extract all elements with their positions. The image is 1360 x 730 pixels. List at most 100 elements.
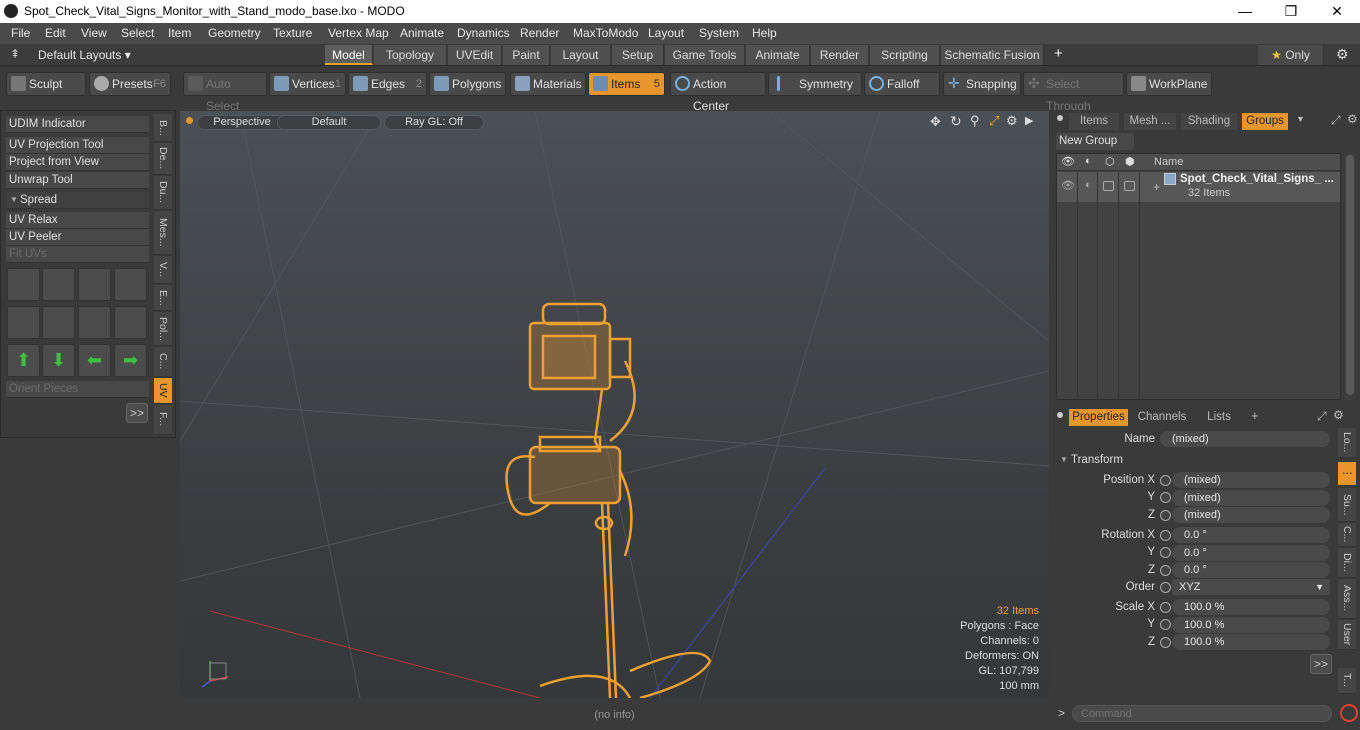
order-dropdown[interactable]: XYZ ▼ (1172, 579, 1330, 595)
transform-section-header[interactable]: Transform (1071, 454, 1123, 466)
vtab-mes[interactable]: Mes... (154, 211, 172, 255)
uv-projection-tool-button[interactable]: UV Projection Tool (6, 137, 149, 154)
rotation-x-field[interactable]: 0.0 ° (1172, 527, 1330, 543)
menu-help[interactable]: Help (752, 26, 777, 40)
minimize-button[interactable]: — (1222, 0, 1268, 23)
layout-switcher[interactable]: Default Layouts ▾ (38, 48, 131, 62)
position-y-field[interactable]: (mixed) (1172, 490, 1330, 506)
name-column-header[interactable]: Name (1154, 156, 1183, 168)
order-key-dot[interactable] (1160, 582, 1171, 593)
menu-layout[interactable]: Layout (648, 26, 684, 40)
maximize-button[interactable]: ❐ (1268, 0, 1314, 23)
vtab-du[interactable]: Du... (154, 176, 172, 210)
expand-arrow-icon[interactable]: ▶ (1025, 114, 1033, 127)
vtab-b[interactable]: B... (154, 114, 172, 142)
uv-grid-icon[interactable] (78, 306, 111, 339)
scale-x-key-dot[interactable] (1160, 602, 1171, 613)
menu-vertex-map[interactable]: Vertex Map (328, 26, 389, 40)
panel-menu-dot-icon[interactable] (1057, 412, 1063, 418)
tab-shading[interactable]: Shading (1181, 113, 1237, 130)
spread-header[interactable]: Spread (6, 192, 149, 209)
udim-indicator-button[interactable]: UDIM Indicator (6, 116, 149, 133)
scale-z-key-dot[interactable] (1160, 637, 1171, 648)
tab-dropdown-icon[interactable]: ▼ (1296, 114, 1305, 124)
snapping-button[interactable]: ✛ Snapping (943, 72, 1021, 96)
presets-button[interactable]: Presets F6 (89, 72, 171, 96)
polygons-button[interactable]: Polygons (429, 72, 506, 96)
menu-file[interactable]: File (11, 26, 30, 40)
vtab-di[interactable]: Di... (1338, 548, 1356, 578)
scrollbar-thumb[interactable] (1346, 155, 1354, 395)
menu-system[interactable]: System (699, 26, 739, 40)
vtab-uv[interactable]: UV (154, 378, 172, 404)
tab-groups[interactable]: Groups (1242, 113, 1288, 130)
workplane-button[interactable]: WorkPlane (1126, 72, 1212, 96)
expand-more-button[interactable]: >> (1310, 654, 1332, 674)
position-x-key-dot[interactable] (1160, 475, 1171, 486)
unwrap-tool-button[interactable]: Unwrap Tool (6, 172, 149, 189)
vtab-pol[interactable]: Pol... (154, 312, 172, 346)
uv-peeler-button[interactable]: UV Peeler (6, 229, 149, 246)
tab-model[interactable]: Model (325, 45, 373, 65)
position-y-key-dot[interactable] (1160, 492, 1171, 503)
panel-gear-icon[interactable]: ⚙ (1333, 408, 1344, 422)
menu-texture[interactable]: Texture (273, 26, 312, 40)
rotation-z-key-dot[interactable] (1160, 565, 1171, 576)
viewport-menu-dot-icon[interactable] (186, 117, 193, 124)
uv-transform-icon[interactable] (7, 268, 40, 301)
panel-gear-icon[interactable]: ⚙ (1347, 112, 1358, 126)
scale-z-field[interactable]: 100.0 % (1172, 634, 1330, 650)
groups-scrollbar[interactable] (1345, 153, 1355, 400)
menu-render[interactable]: Render (520, 26, 559, 40)
vtab-lo[interactable]: Lo... (1338, 428, 1356, 458)
tab-scripting[interactable]: Scripting (870, 45, 940, 65)
tab-layout[interactable]: Layout (551, 45, 611, 65)
select-through-button[interactable]: ✣ Select Through (1023, 72, 1124, 113)
auto-select-button[interactable]: Auto Select (183, 72, 267, 113)
menu-maxtomodo[interactable]: MaxToModo (573, 26, 638, 40)
tab-properties[interactable]: Properties (1069, 409, 1128, 426)
vtab-t[interactable]: T... (1338, 668, 1356, 694)
expand-plus-icon[interactable]: + (1153, 180, 1160, 194)
align-left-icon[interactable]: ⬅ (78, 344, 111, 377)
scale-y-key-dot[interactable] (1160, 619, 1171, 630)
scale-y-field[interactable]: 100.0 % (1172, 617, 1330, 633)
vtab-de[interactable]: De... (154, 143, 172, 175)
rotation-y-field[interactable]: 0.0 ° (1172, 545, 1330, 561)
tab-paint[interactable]: Paint (503, 45, 550, 65)
only-toggle[interactable]: ★ Only (1258, 45, 1324, 65)
pan-icon[interactable]: ✥ (930, 114, 941, 130)
rotation-z-field[interactable]: 0.0 ° (1172, 562, 1330, 578)
edges-button[interactable]: Edges 2 (348, 72, 427, 96)
zoom-icon[interactable]: ⚲ (970, 113, 980, 129)
tab-lists[interactable]: Lists (1196, 409, 1242, 426)
position-x-field[interactable]: (mixed) (1172, 472, 1330, 488)
tab-topology[interactable]: Topology (374, 45, 447, 65)
panel-menu-dot-icon[interactable] (1057, 115, 1063, 121)
vtab-user[interactable]: User (1338, 620, 1356, 650)
vtab-f[interactable]: F... (154, 405, 172, 435)
vtab-su[interactable]: Su... (1338, 488, 1356, 522)
sculpt-button[interactable]: Sculpt (6, 72, 86, 96)
vtab-c[interactable]: C... (154, 347, 172, 377)
add-tab-button[interactable]: + (1251, 408, 1259, 423)
3d-viewport[interactable]: Perspective Default Ray GL: Off ✥ ↻ ⚲ ⤢ … (180, 111, 1049, 698)
fit-view-icon[interactable]: ⤢ (989, 113, 999, 129)
scale-x-field[interactable]: 100.0 % (1172, 599, 1330, 615)
menu-dynamics[interactable]: Dynamics (457, 26, 510, 40)
rotation-x-key-dot[interactable] (1160, 530, 1171, 541)
uv-cylinder-icon[interactable] (7, 306, 40, 339)
tab-animate[interactable]: Animate (746, 45, 810, 65)
raygl-toggle[interactable]: Ray GL: Off (384, 115, 484, 130)
vtab-v[interactable]: V... (154, 256, 172, 284)
project-from-view-button[interactable]: Project from View (6, 154, 149, 171)
menu-view[interactable]: View (81, 26, 107, 40)
menu-item[interactable]: Item (168, 26, 191, 40)
tab-schematic-fusion[interactable]: Schematic Fusion (941, 45, 1044, 65)
tab-setup[interactable]: Setup (612, 45, 664, 65)
gear-icon[interactable]: ⚙ (1336, 46, 1349, 63)
align-up-icon[interactable]: ⬆ (7, 344, 40, 377)
vertices-button[interactable]: Vertices 1 (269, 72, 346, 96)
vtab-e[interactable]: E... (154, 285, 172, 311)
menu-select[interactable]: Select (121, 26, 154, 40)
